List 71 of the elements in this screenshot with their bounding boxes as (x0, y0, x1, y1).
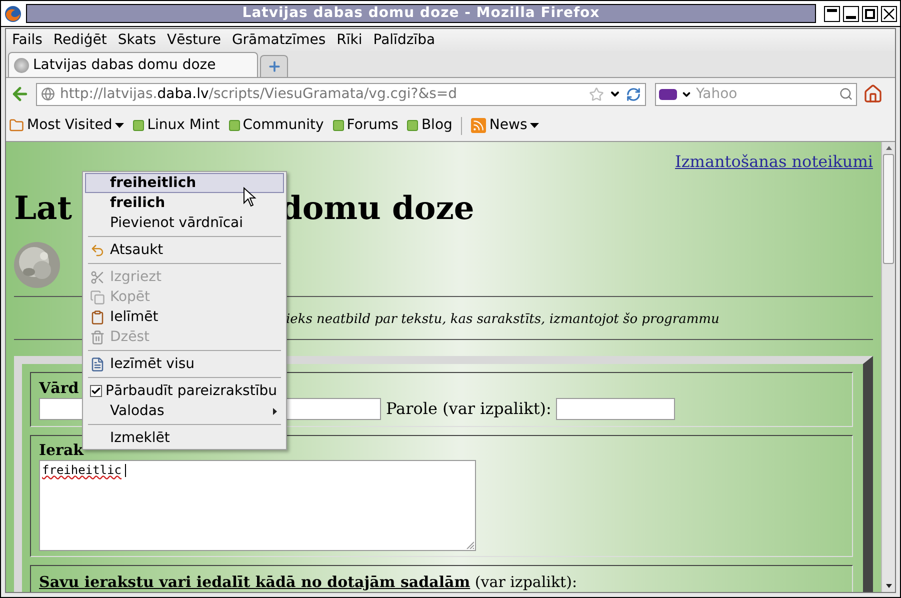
search-input[interactable]: Yahoo (696, 84, 835, 104)
close-icon (883, 8, 895, 20)
globe-icon (41, 87, 55, 101)
menu-item[interactable]: Pārbaudīt pareizrakstību (85, 381, 284, 401)
menu-bar-item[interactable]: Rediģēt (53, 30, 107, 50)
close-button[interactable] (881, 6, 897, 22)
page-heading: Lat (14, 189, 72, 227)
checkbox[interactable] (90, 385, 102, 397)
submenu-arrow-icon (273, 408, 277, 414)
copy-icon (90, 290, 105, 304)
field-label: Ierak (39, 441, 84, 459)
cursor-icon (243, 187, 257, 207)
field-label: Parole (var izpalikt): (386, 398, 552, 420)
menu-item[interactable]: Valodas (85, 401, 284, 421)
menu-item[interactable]: Ielīmēt (85, 307, 284, 327)
menu-bar-item[interactable]: Rīki (336, 30, 362, 50)
field-label: Vārd (39, 379, 79, 397)
terms-link[interactable]: Izmantošanas noteikumi (675, 152, 873, 171)
vertical-scrollbar[interactable] (881, 142, 895, 592)
bookmark-item[interactable]: Linux Mint (133, 115, 220, 136)
browser-logo-icon (4, 4, 22, 22)
scissors-icon (90, 270, 105, 284)
bookmark-item[interactable]: News (471, 115, 540, 136)
disclaimer-text: ieks neatbild par tekstu, kas sarakstīts, izmantojot šo programmu (286, 312, 720, 327)
address-field[interactable]: http://latvijas.daba.lv/scripts/ViesuGramata/vg.cgi?&s=d (36, 82, 646, 106)
feed-icon (471, 118, 486, 133)
window-title: Latvijas dabas domu doze - Mozilla Firefox (26, 4, 816, 23)
scroll-down-icon[interactable] (886, 584, 892, 588)
home-icon[interactable] (863, 84, 883, 104)
scroll-up-icon[interactable] (886, 146, 892, 150)
bookmark-item[interactable]: Community (228, 115, 324, 136)
menu-item[interactable]: freilich (85, 193, 284, 213)
menu-bar-item[interactable]: Grāmatzīmes (232, 30, 326, 50)
menu-item[interactable]: Pievienot vārdnīcai (85, 213, 284, 233)
new-tab-button[interactable] (260, 55, 288, 77)
site-favicon (14, 58, 29, 72)
clipboard-icon (90, 310, 105, 324)
scrollbar-thumb[interactable] (883, 154, 894, 264)
menu-bar-item[interactable]: Skats (118, 30, 156, 50)
password-input[interactable] (556, 398, 676, 420)
minimize-button[interactable] (843, 6, 859, 22)
search-field[interactable]: Yahoo (655, 82, 857, 106)
entry-textarea[interactable]: freiheitlic (39, 460, 476, 551)
menu-item[interactable]: Iezīmēt visu (85, 354, 284, 374)
shade-button[interactable] (824, 6, 840, 22)
menu-item[interactable]: Izmeklēt (85, 428, 284, 448)
maximize-button[interactable] (862, 6, 878, 22)
menu-item[interactable]: Atsaukt (85, 240, 284, 260)
caret-icon (115, 123, 124, 128)
undo-icon (90, 242, 105, 258)
menu-bar-item[interactable]: Vēsture (167, 30, 221, 50)
url-text: http://latvijas.daba.lv/scripts/ViesuGramata/vg.cgi?&s=d (60, 84, 458, 104)
back-arrow-icon[interactable] (10, 84, 30, 104)
caret-icon (530, 123, 540, 128)
reload-icon[interactable] (626, 86, 641, 102)
menu-item[interactable]: freiheitlich (85, 173, 284, 193)
plus-icon (266, 59, 282, 74)
star-icon[interactable] (589, 86, 604, 102)
trash-icon (90, 330, 105, 344)
bookmark-item[interactable]: Most Visited (9, 115, 124, 136)
category-label: Savu ierakstu vari iedalīt kādā no dotajām sadalām (var izpalikt): (39, 573, 577, 591)
document-icon (90, 356, 105, 372)
bookmark-item[interactable]: Blog (407, 115, 452, 136)
search-icon[interactable] (839, 87, 853, 101)
menu-bar-item[interactable]: Palīdzība (373, 30, 436, 50)
search-engine-icon[interactable] (659, 88, 677, 100)
resize-grip-icon[interactable] (466, 541, 474, 549)
menu-bar-item[interactable]: Fails (12, 30, 42, 50)
folder-icon (9, 118, 24, 133)
browser-tab[interactable]: Latvijas dabas domu doze (8, 52, 258, 77)
bookmark-item[interactable]: Forums (332, 115, 398, 136)
